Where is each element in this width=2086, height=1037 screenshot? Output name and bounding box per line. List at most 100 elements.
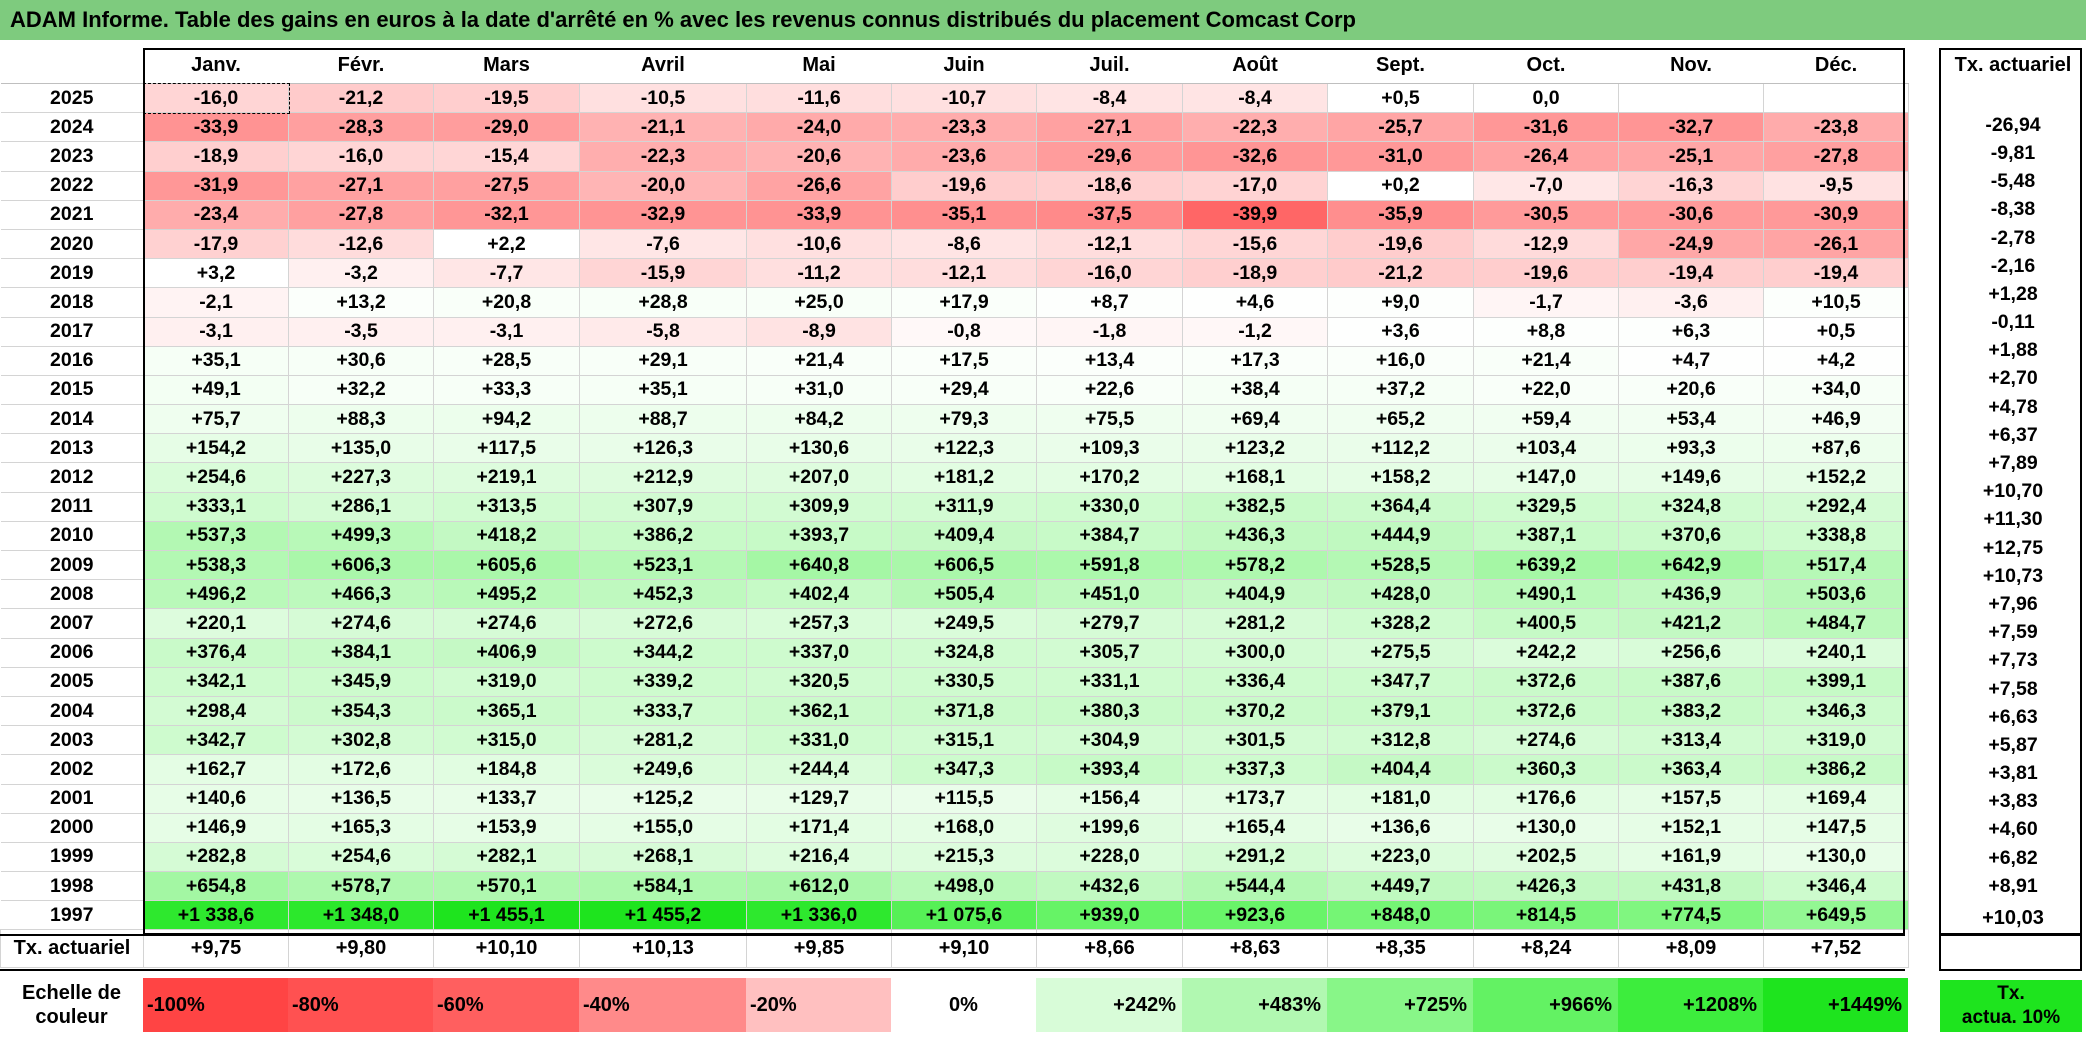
month-header: Avril [579,48,747,84]
gain-cell: +449,7 [1327,871,1474,902]
color-scale-label: Echelle de couleur [0,978,143,1032]
gain-cell: +129,7 [746,783,892,814]
rate-row: +10,70 [1940,478,2086,506]
gain-cell: -22,3 [1182,112,1328,143]
gain-cell: +362,1 [746,695,892,727]
gain-cell: +496,2 [143,579,289,610]
gain-cell: +212,9 [579,462,747,493]
gain-cell: +372,6 [1473,666,1619,697]
gain-cell: +346,3 [1763,695,1909,727]
annual-rate-cell: +9,10 [891,929,1037,969]
gain-cell: +88,3 [288,404,434,435]
gain-cell: +20,8 [433,287,580,318]
rate-row: +4,60 [1940,816,2086,844]
gain-cell: +330,0 [1036,491,1183,522]
rate-cell: -5,48 [1990,170,2036,193]
scale-step: 0% [891,978,1036,1032]
annual-rate-cell: +9,80 [288,929,434,969]
rate-total: +10,03 [1982,907,2044,930]
gain-cell: +30,6 [288,345,434,376]
rate-row: +7,59 [1940,619,2086,647]
gain-cell: +315,1 [891,725,1037,756]
rate-row: +7,89 [1940,449,2086,477]
gain-cell: +257,3 [746,608,892,639]
gain-cell: +490,1 [1473,579,1619,610]
corner-cell [0,48,144,84]
gain-cell: +307,9 [579,491,747,522]
rate-cell: +5,87 [1988,733,2038,756]
rate-cell: -0,11 [1991,311,2035,334]
gain-cell: +20,6 [1618,374,1764,406]
gain-cell: +523,1 [579,549,747,581]
gain-cell: -21,2 [1327,258,1474,289]
gain-cell: +654,8 [143,871,289,902]
year-label: 2000 [0,812,144,843]
gain-cell: +578,7 [288,871,434,902]
gain-cell: +228,0 [1036,841,1183,873]
gain-cell: +165,3 [288,812,434,843]
month-header: Mars [433,48,580,84]
gain-cell [1763,82,1909,114]
rate-row: +1,88 [1940,337,2086,365]
gain-cell: +272,6 [579,608,747,639]
rate-cell: +6,82 [1988,846,2038,869]
gain-cell: +503,6 [1763,579,1909,610]
gain-cell: -31,0 [1327,141,1474,172]
gain-cell: -27,1 [1036,112,1183,143]
gain-cell [1618,82,1764,114]
gain-cell: +1 338,6 [143,900,289,931]
gain-cell: -11,2 [746,258,892,289]
gain-cell: +154,2 [143,433,289,464]
gain-cell: +380,3 [1036,695,1183,727]
gain-cell: +249,5 [891,608,1037,639]
gain-cell: +65,2 [1327,404,1474,435]
gain-cell: -22,3 [579,141,747,172]
gain-cell: -27,8 [1763,141,1909,172]
gain-cell: +32,2 [288,374,434,406]
gain-cell: +298,4 [143,695,289,727]
gain-cell: -8,9 [746,316,892,347]
rate-cell [1940,83,2086,111]
gain-cell: +393,4 [1036,754,1183,785]
month-header: Janv. [143,48,289,84]
gain-cell: +147,5 [1763,812,1909,843]
gain-cell: -32,7 [1618,112,1764,143]
gain-cell: +37,2 [1327,374,1474,406]
gain-cell: +0,5 [1327,82,1474,114]
rate-cell: +4,60 [1988,818,2038,841]
year-row: 2006 +376,4 +384,1 +406,9 +344,2 +337,0 +324,8… [0,637,1909,668]
gain-cell: +1 455,1 [433,900,580,931]
gain-cell: -21,2 [288,82,434,114]
rate-cell: -8,38 [1990,198,2036,221]
gain-cell: +227,3 [288,462,434,493]
rate-row: +8,91 [1940,872,2086,900]
scale-step: +1208% [1618,978,1763,1032]
gain-cell: +649,5 [1763,900,1909,931]
gain-cell: -30,6 [1618,199,1764,230]
gain-cell: +404,4 [1327,754,1474,785]
gain-cell: -3,6 [1618,287,1764,318]
gain-cell: +431,8 [1618,871,1764,902]
year-row: 2004 +298,4 +354,3 +365,1 +333,7 +362,1 +371,8… [0,695,1909,727]
gain-cell: -25,7 [1327,112,1474,143]
year-label: 2017 [0,316,144,347]
rate-cell: +2,70 [1988,367,2038,390]
rate-cell: +7,59 [1988,621,2038,644]
gain-cell: +570,1 [433,871,580,902]
gain-cell: +38,4 [1182,374,1328,406]
year-row: 2002 +162,7 +172,6 +184,8 +249,6 +244,4 +347,3… [0,754,1909,785]
gain-cell: +400,5 [1473,608,1619,639]
rate-row: +5,87 [1940,731,2086,759]
year-label: 2021 [0,199,144,230]
gain-cell: +199,6 [1036,812,1183,843]
month-header: Mai [746,48,892,84]
gain-cell: +292,4 [1763,491,1909,522]
gain-cell: -3,2 [288,258,434,289]
gain-cell: +363,4 [1618,754,1764,785]
gain-cell: +338,8 [1763,520,1909,552]
scale-step: -100% [143,978,288,1032]
year-row: 2023 -18,9 -16,0 -15,4 -22,3 -20,6 -23,6 -29,6-… [0,141,1909,172]
annual-rate-cell: +8,63 [1182,929,1328,969]
gain-cell: +421,2 [1618,608,1764,639]
year-label: 2012 [0,462,144,493]
